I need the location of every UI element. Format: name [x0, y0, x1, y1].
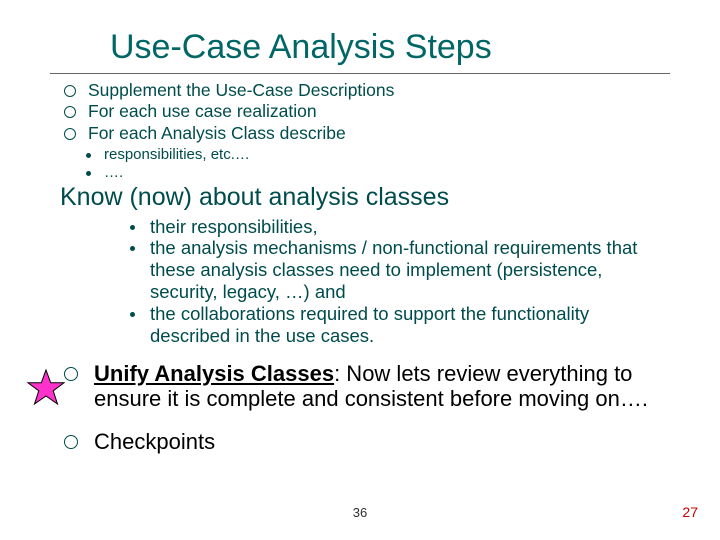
unify-item: Unify Analysis Classes: Now lets review … — [60, 361, 670, 412]
bottom-bullet-list: Unify Analysis Classes: Now lets review … — [60, 361, 670, 455]
unify-lead: Unify Analysis Classes — [94, 361, 334, 386]
list-item: …. — [84, 164, 670, 182]
know-heading: Know (now) about analysis classes — [60, 184, 670, 212]
slide-title: Use-Case Analysis Steps — [110, 28, 670, 67]
checkpoints-item: Checkpoints — [60, 429, 670, 454]
list-item: the analysis mechanisms / non-functional… — [128, 237, 670, 302]
list-item: For each use case realization — [60, 101, 670, 122]
know-bullet-list: their responsibilities, the analysis mec… — [128, 216, 670, 347]
sub-bullet-list-a: responsibilities, etc.… …. — [84, 146, 670, 182]
page-number-center: 36 — [0, 505, 720, 520]
list-item: their responsibilities, — [128, 216, 670, 238]
list-item: responsibilities, etc.… — [84, 146, 670, 164]
top-bullet-list: Supplement the Use-Case Descriptions For… — [60, 80, 670, 144]
slide: Use-Case Analysis Steps Supplement the U… — [0, 0, 720, 540]
list-item: For each Analysis Class describe — [60, 123, 670, 144]
title-underline — [50, 73, 670, 74]
star-icon — [26, 368, 66, 408]
list-item: Supplement the Use-Case Descriptions — [60, 80, 670, 101]
list-item: the collaborations required to support t… — [128, 303, 670, 347]
page-number-right: 27 — [682, 504, 698, 520]
